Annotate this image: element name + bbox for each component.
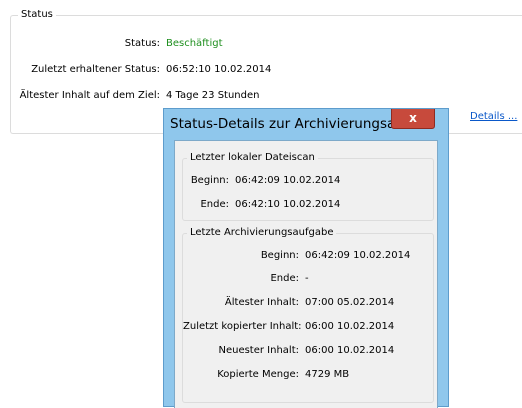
- dialog-body: Letzter lokaler Dateiscan Beginn: 06:42:…: [174, 140, 438, 408]
- status-details-dialog: Status-Details zur Archivierungsa... x L…: [163, 108, 449, 408]
- oldest-label: Ältester Inhalt:: [224, 297, 299, 308]
- close-icon: x: [409, 111, 417, 125]
- details-link[interactable]: Details ...: [470, 110, 517, 124]
- close-button[interactable]: x: [391, 109, 435, 129]
- scan-start-value: 06:42:09 10.02.2014: [235, 175, 341, 186]
- copied-amount-value: 4729 MB: [305, 369, 350, 380]
- task-end-value: -: [305, 273, 309, 284]
- newest-value: 06:00 10.02.2014: [305, 345, 395, 356]
- last-copied-value: 06:00 10.02.2014: [305, 321, 395, 332]
- last-status-label: Zuletzt erhaltener Status:: [31, 64, 160, 75]
- scan-start-label: Beginn:: [190, 175, 229, 186]
- oldest-value: 07:00 05.02.2014: [305, 297, 395, 308]
- task-start-label: Beginn:: [260, 250, 299, 261]
- task-start-value: 06:42:09 10.02.2014: [305, 250, 411, 261]
- local-scan-legend: Letzter lokaler Dateiscan: [187, 152, 318, 164]
- local-scan-groupbox: Letzter lokaler Dateiscan Beginn: 06:42:…: [182, 152, 434, 221]
- copied-amount-label: Kopierte Menge:: [217, 369, 299, 380]
- dialog-title: Status-Details zur Archivierungsa...: [170, 116, 409, 132]
- scan-end-label: Ende:: [200, 199, 229, 210]
- last-status-value: 06:52:10 10.02.2014: [166, 64, 272, 75]
- last-copied-label: Zuletzt kopierter Inhalt:: [183, 321, 302, 332]
- archive-task-groupbox: Letzte Archivierungsaufgabe Beginn: 06:4…: [182, 227, 434, 403]
- status-group-legend: Status: [18, 9, 56, 21]
- status-value: Beschäftigt: [166, 38, 223, 49]
- archive-task-legend: Letzte Archivierungsaufgabe: [187, 227, 337, 239]
- newest-label: Neuester Inhalt:: [218, 345, 299, 356]
- oldest-content-value: 4 Tage 23 Stunden: [166, 90, 260, 101]
- oldest-content-label: Ältester Inhalt auf dem Ziel:: [19, 90, 160, 101]
- task-end-label: Ende:: [270, 273, 299, 284]
- scan-end-value: 06:42:10 10.02.2014: [235, 199, 341, 210]
- status-label: Status:: [124, 38, 160, 49]
